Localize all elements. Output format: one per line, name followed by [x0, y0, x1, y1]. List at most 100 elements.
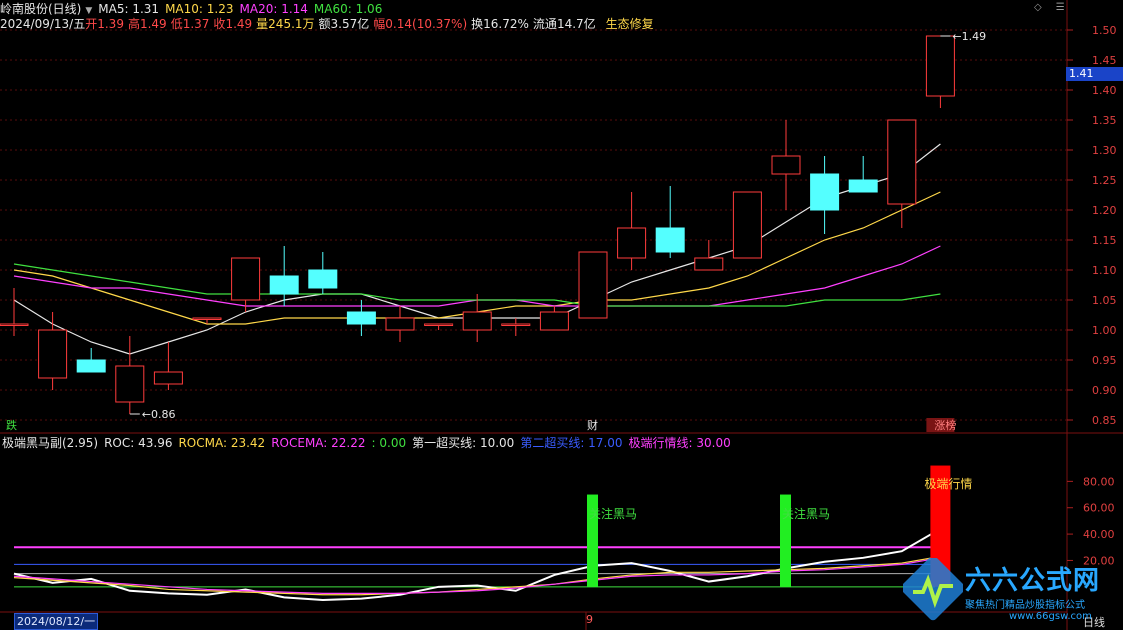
- quote-item: 高1.49: [128, 17, 167, 31]
- candle: [0, 288, 29, 336]
- candle-body: [732, 191, 762, 259]
- indicator-legend-item: ROCMA: 23.42: [178, 436, 266, 450]
- candle-body: [617, 227, 647, 259]
- candle-body: [848, 179, 878, 193]
- quote-item-label: 量: [256, 17, 269, 31]
- chart-canvas[interactable]: ←1.49←0.86 跌财涨榜 关注黑马 关注黑马极端行情 1.501.451.4…: [0, 0, 1123, 630]
- quote-item-value: 14.7亿: [556, 17, 596, 31]
- quote-item-label: 低: [170, 17, 183, 31]
- sector-tag[interactable]: 生态修复: [606, 17, 654, 31]
- signal-label: 极端行情: [924, 477, 972, 491]
- ma-legend-item: MA10: 1.23: [165, 2, 234, 16]
- indicator-axis: 80.0060.0040.0020.00: [1067, 475, 1115, 567]
- candle: [385, 306, 415, 342]
- price-tick-label: 1.25: [1092, 174, 1117, 187]
- candle-body: [539, 311, 569, 331]
- signal-label: 关注黑马: [782, 506, 830, 521]
- price-tick-label: 1.50: [1092, 24, 1117, 37]
- indicator-legend-item: ROCEMA: 22.22: [271, 436, 366, 450]
- stock-name[interactable]: 岭南股份(日线): [0, 2, 81, 16]
- quote-item: 量245.1万: [256, 17, 314, 31]
- indicator-tick-label: 40.00: [1083, 528, 1115, 541]
- annotation-label: ←1.49: [952, 30, 986, 43]
- candle: [115, 336, 145, 414]
- quote-items: 开1.39 高1.49 低1.37 收1.49 量245.1万 额3.57亿 幅0.14(1…: [85, 17, 599, 31]
- candle: [925, 35, 955, 108]
- candle: [76, 348, 106, 373]
- quote-item: 额3.57亿: [319, 17, 370, 31]
- candle: [887, 119, 917, 228]
- candle: [308, 252, 338, 294]
- quote-item-label: 幅: [373, 17, 386, 31]
- ma-legend-item: MA20: 1.14: [239, 2, 308, 16]
- quote-item-value: 1.39: [97, 17, 124, 31]
- price-tick-label: 1.20: [1092, 204, 1117, 217]
- candle-body: [308, 269, 338, 289]
- indicator-legend-item: : 0.00: [371, 436, 407, 450]
- current-price-label: 1.41: [1066, 67, 1123, 81]
- quote-item-value: 245.1万: [268, 17, 315, 31]
- candle-body: [231, 257, 261, 301]
- indicator-legend-item: ROC: 43.96: [104, 436, 173, 450]
- price-tick-label: 0.95: [1092, 354, 1117, 367]
- candle-body: [346, 311, 376, 325]
- brand-name: 六六公式网: [965, 566, 1101, 596]
- quote-item-value: 3.57亿: [330, 17, 370, 31]
- candle-body: [385, 317, 415, 331]
- brand-tagline: 聚焦热门精品炒股指标公式: [965, 600, 1085, 611]
- price-tick-label: 0.90: [1092, 384, 1117, 397]
- quote-item: 开1.39: [85, 17, 124, 31]
- candle-body: [38, 329, 68, 379]
- event-marker: 涨榜: [934, 418, 956, 432]
- brand-watermark: 六六公式网 聚焦热门精品炒股指标公式 www.66gsw.com: [903, 556, 1123, 624]
- candle-body: [771, 155, 801, 175]
- quote-item-label: 高: [127, 17, 140, 31]
- candle: [153, 342, 183, 390]
- quote-item-label: 换: [471, 17, 484, 31]
- candle: [655, 186, 685, 258]
- price-tick-label: 1.05: [1092, 294, 1117, 307]
- ma-legend-item: MA60: 1.06: [313, 2, 383, 16]
- signal-label: 关注黑马: [589, 506, 637, 521]
- price-annotations: ←1.49 ←0.86: [129, 30, 986, 421]
- quote-item-label: 开: [85, 17, 98, 31]
- candle: [578, 251, 608, 319]
- quote-item: 收1.49: [213, 17, 252, 31]
- indicator-legend-item: 第二超买线: 17.00: [520, 436, 623, 450]
- candle: [539, 306, 569, 331]
- price-tick-label: 0.85: [1092, 414, 1117, 427]
- candle: [617, 192, 647, 270]
- indicator-tick-label: 80.00: [1083, 475, 1115, 488]
- price-tick-label: 1.10: [1092, 264, 1117, 277]
- candle-body: [115, 365, 145, 403]
- candle-body: [76, 359, 106, 373]
- candle: [501, 318, 531, 336]
- indicator-line-rocma: [13, 555, 941, 596]
- quote-item-label: 额: [318, 17, 331, 31]
- indicator-legend-item[interactable]: 极端黑马副(2.95): [2, 436, 98, 450]
- candle: [771, 120, 801, 210]
- date-start-box[interactable]: 2024/08/12/一: [14, 613, 98, 630]
- indicator-tick-label: 60.00: [1083, 502, 1115, 515]
- quote-item-value: 16.72%: [483, 17, 529, 31]
- price-tick-label: 1.30: [1092, 144, 1117, 157]
- quote-item: 换16.72%: [471, 17, 529, 31]
- candle-body: [462, 311, 492, 331]
- candle-body: [925, 35, 955, 97]
- candle-body: [0, 323, 29, 326]
- candle-body: [887, 119, 917, 205]
- quote-bar: 2024/09/13/五开1.39 高1.49 低1.37 收1.49 量245.1万额…: [0, 16, 660, 32]
- ma-legend: MA5: 1.31 MA10: 1.23 MA20: 1.14 MA60: 1.06: [98, 2, 388, 16]
- menu-icon[interactable]: ☰: [1056, 2, 1065, 13]
- brand-url: www.66gsw.com: [1009, 611, 1092, 622]
- candle-body: [269, 275, 299, 295]
- candle-body: [578, 251, 608, 319]
- diamond-icon[interactable]: ◇: [1034, 2, 1042, 13]
- candle: [424, 323, 454, 330]
- quote-item: 低1.37: [171, 17, 210, 31]
- month-marker: 9: [586, 613, 593, 626]
- brand-logo-icon: [903, 558, 963, 621]
- candle-body: [501, 323, 531, 326]
- quote-item: 幅0.14(10.37%): [373, 17, 467, 31]
- ma-legend-item: MA5: 1.31: [98, 2, 160, 16]
